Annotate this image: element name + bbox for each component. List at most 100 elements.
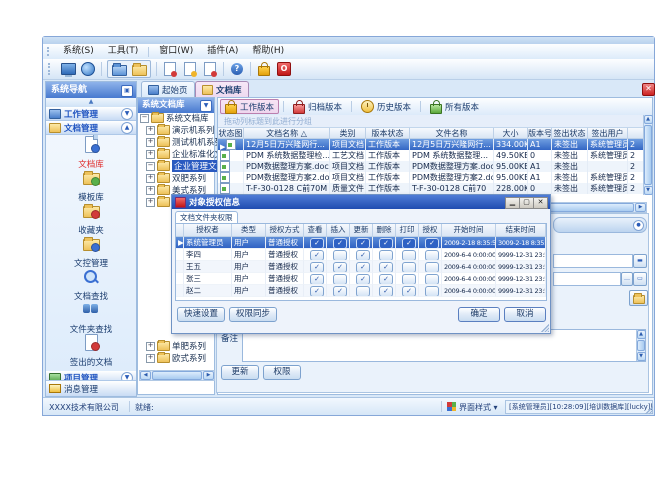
sidebar-item-doc-library[interactable]: 文档库 [46, 136, 136, 168]
insert-checkbox[interactable] [333, 250, 347, 261]
column-header-authorize[interactable]: 授权 [419, 224, 442, 237]
permission-sync-button[interactable]: 权限同步 [229, 307, 277, 322]
pin-icon[interactable]: ▣ [121, 85, 133, 97]
delete-checkbox[interactable]: ✓ [379, 262, 393, 273]
column-header-category[interactable]: 类别 [330, 128, 366, 139]
field-ellipsis-button[interactable]: … [621, 272, 633, 286]
menubar-grip[interactable] [47, 47, 52, 56]
column-header-end-time[interactable]: 结束时间 [496, 224, 546, 237]
print-checkbox[interactable]: ✓ [402, 286, 416, 297]
cancel-checkout-button[interactable] [201, 61, 219, 77]
authorize-checkbox[interactable] [425, 262, 439, 273]
column-header-file-name[interactable]: 文件名称 [410, 128, 494, 139]
column-header-checkout-user[interactable]: 签出用户 [588, 128, 628, 139]
dialog-resize-grip[interactable] [541, 324, 549, 332]
chevron-down-icon[interactable]: ▼ [121, 108, 133, 120]
collapse-circle-icon[interactable]: ● [633, 220, 644, 231]
network-button[interactable] [79, 61, 97, 77]
permission-row[interactable]: 张三用户普通授权 ✓ ✓ ✓ 2009-6-4 0:00:009999-12-3… [176, 273, 546, 285]
update-checkbox[interactable] [356, 286, 370, 297]
collapse-expander-icon[interactable]: − [146, 162, 155, 171]
checkin-doc-button[interactable] [181, 61, 199, 77]
column-header-insert[interactable]: 插入 [327, 224, 350, 237]
help-button[interactable]: ? [228, 61, 246, 77]
property-field-1[interactable] [553, 254, 633, 268]
remark-scrollbar[interactable]: ▲ ▼ [636, 330, 645, 361]
interface-style-button[interactable]: 界面样式 ▾ [459, 402, 498, 413]
nav-group-documents[interactable]: 文档管理 ▲ [46, 121, 136, 135]
copy-folder-button[interactable] [130, 61, 148, 77]
update-checkbox[interactable]: ✓ [356, 262, 370, 273]
scroll-left-icon[interactable]: ◀ [140, 371, 151, 380]
checkout-doc-button[interactable] [161, 61, 179, 77]
expand-expander-icon[interactable]: + [146, 138, 155, 147]
scrollbar-thumb[interactable] [637, 340, 645, 351]
permission-row[interactable]: ▶ 系统管理员用户普通授权 ✓ ✓ ✓ ✓ ✓ ✓ 2009-2-18 8:35… [176, 237, 546, 249]
table-row[interactable]: T-F-30-0128 C前70M质量文件 工作版本T-F-30-0128 C前… [218, 183, 646, 194]
view-checkbox[interactable]: ✓ [310, 262, 324, 273]
print-checkbox[interactable] [402, 250, 416, 261]
sidebar-item-favorites[interactable]: 收藏夹 [46, 202, 136, 234]
scroll-down-icon[interactable]: ▼ [637, 352, 646, 361]
sidebar-item-folder-search[interactable]: 文件夹查找 [46, 301, 136, 333]
view-checkbox[interactable]: ✓ [310, 238, 324, 249]
column-header-start-time[interactable]: 开始时间 [442, 224, 496, 237]
group-by-bar[interactable]: 拖动列标题到此进行分组 [218, 115, 652, 128]
expand-expander-icon[interactable]: + [146, 126, 155, 135]
print-checkbox[interactable] [402, 262, 416, 273]
close-tab-button[interactable]: ✕ [642, 83, 655, 96]
permission-row[interactable]: 李四用户普通授权 ✓ ✓ 2009-6-4 0:00:009999-12-31 … [176, 249, 546, 261]
sidebar-item-template-library[interactable]: 模板库 [46, 169, 136, 201]
expand-expander-icon[interactable]: + [146, 186, 155, 195]
archived-version-button[interactable]: 归档版本 [288, 99, 347, 114]
print-checkbox[interactable] [402, 274, 416, 285]
table-row[interactable]: PDM数据整理方案.doc项目文档 工作版本PDM数据整理方案.doc 95.0… [218, 161, 646, 172]
column-header-version-no[interactable]: 版本号 [528, 128, 552, 139]
work-version-button[interactable]: 工作版本 [220, 99, 279, 114]
update-button[interactable]: 更新 [221, 365, 259, 380]
authorize-checkbox[interactable] [425, 274, 439, 285]
table-row[interactable]: PDM 系统数据整理检...工艺文档 工作版本PDM 系统数据整理... 49.… [218, 150, 646, 161]
view-checkbox[interactable]: ✓ [310, 286, 324, 297]
print-checkbox[interactable]: ✓ [402, 238, 416, 249]
column-header-status[interactable]: 状态图 [218, 128, 244, 139]
view-checkbox[interactable]: ✓ [310, 250, 324, 261]
delete-checkbox[interactable]: ✓ [379, 238, 393, 249]
delete-checkbox[interactable] [379, 250, 393, 261]
field-more-button[interactable]: ▭ [633, 272, 647, 286]
menu-window[interactable]: 窗口(W) [152, 44, 200, 59]
insert-checkbox[interactable]: ✓ [333, 238, 347, 249]
update-checkbox[interactable]: ✓ [356, 274, 370, 285]
column-header-doc-name[interactable]: 文档名称 △ [244, 128, 330, 139]
menu-plugins[interactable]: 插件(A) [200, 44, 245, 59]
table-row[interactable]: ▶ 12月5日万兴隆网行...项目文档 工作版本12月5日万兴隆网行... 33… [218, 139, 646, 150]
maximize-button[interactable]: ▢ [519, 197, 534, 209]
scroll-up-icon[interactable]: ▲ [644, 115, 653, 124]
window-resize-grip[interactable] [645, 406, 653, 414]
scroll-right-icon[interactable]: ▶ [203, 371, 214, 380]
view-checkbox[interactable]: ✓ [310, 274, 324, 285]
scrollbar-thumb[interactable] [152, 371, 202, 380]
tab-doc-library[interactable]: 文档库 [195, 81, 249, 97]
column-header-size[interactable]: 大小 [494, 128, 528, 139]
scroll-right-icon[interactable]: ▶ [635, 203, 646, 212]
scroll-up-icon[interactable]: ▲ [637, 330, 646, 339]
open-folder-button[interactable] [110, 61, 128, 77]
update-checkbox[interactable]: ✓ [356, 250, 370, 261]
permission-row[interactable]: 王五用户普通授权 ✓ ✓ ✓ ✓ 2009-6-4 0:00:009999-12… [176, 261, 546, 273]
sidebar-item-checked-out-docs[interactable]: 签出的文档 [46, 334, 136, 366]
nav-tab-messages[interactable]: 消息管理 [46, 380, 136, 396]
update-checkbox[interactable]: ✓ [356, 238, 370, 249]
computer-button[interactable] [59, 61, 77, 77]
permission-row[interactable]: 赵二用户普通授权 ✓ ✓ ✓ ✓ 2009-6-4 0:00:009999-12… [176, 285, 546, 297]
sidebar-item-doc-search[interactable]: 文档查找 [46, 268, 136, 300]
authorize-checkbox[interactable] [425, 286, 439, 297]
collapse-icon[interactable]: ▼ [200, 100, 212, 112]
column-header-checkout-status[interactable]: 签出状态 [552, 128, 588, 139]
column-header-grantee[interactable]: 授权者 [184, 224, 232, 237]
column-header-version-status[interactable]: 版本状态 [366, 128, 410, 139]
history-version-button[interactable]: 历史版本 [356, 99, 416, 114]
column-header-type[interactable]: 类型 [232, 224, 266, 237]
menu-help[interactable]: 帮助(H) [245, 44, 291, 59]
insert-checkbox[interactable]: ✓ [333, 286, 347, 297]
